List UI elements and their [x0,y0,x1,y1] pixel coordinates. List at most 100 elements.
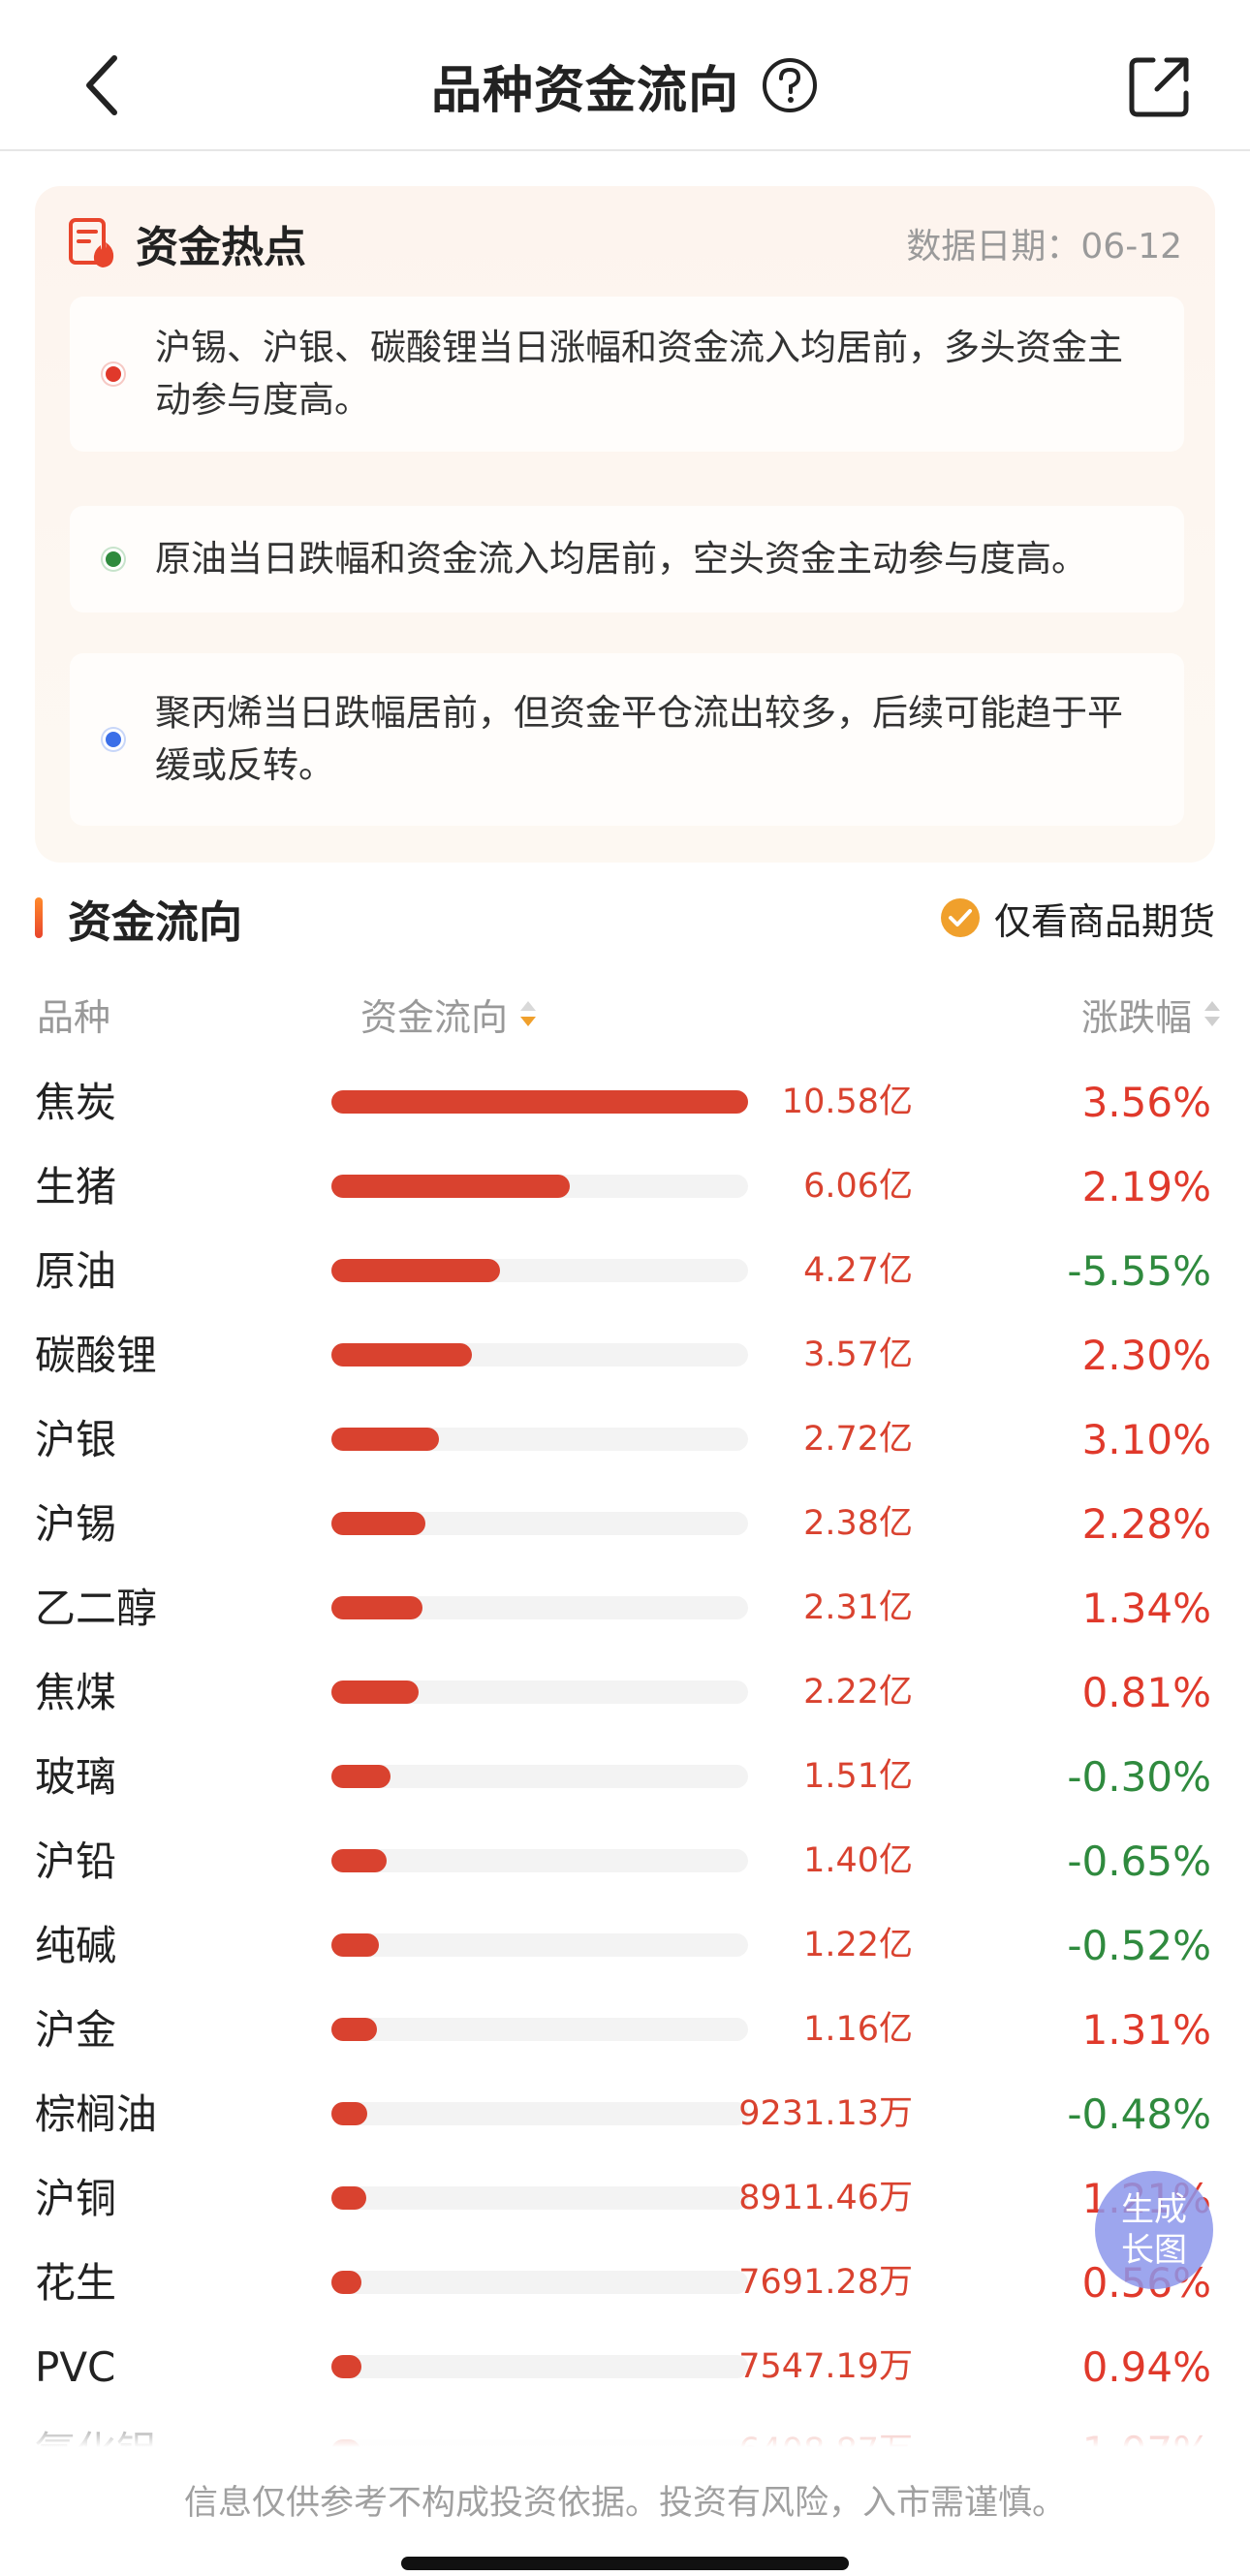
table-row[interactable]: 生猪 6.06亿 2.19% [0,1145,1250,1229]
flow-bar-track [331,1933,748,1957]
flow-bar-track [331,1343,748,1367]
table-row[interactable]: 碳酸锂 3.57亿 2.30% [0,1313,1250,1398]
column-header-change[interactable]: 涨跌幅 [1081,985,1223,1043]
row-name: 生猪 [35,1163,117,1210]
flow-amount: 9231.13万 [738,2094,913,2133]
home-indicator[interactable] [401,2557,849,2570]
row-name: 沪银 [35,1416,117,1463]
flow-bar [331,2355,361,2378]
sort-icon [1204,1001,1220,1026]
flow-bar-track [331,1090,748,1114]
hotspot-card: 资金热点 数据日期：06-12 沪锡、沪银、碳酸锂当日涨幅和资金流入均居前，多头… [35,186,1215,863]
blue-dot-icon [103,729,124,750]
flow-bar [331,1259,500,1282]
flow-bar-track [331,2186,748,2210]
page-title: 品种资金流向 [430,61,739,120]
row-name: 沪锡 [35,1500,117,1548]
flow-bar [331,1849,387,1872]
question-circle-icon[interactable] [761,56,819,114]
table-row[interactable]: 花生7691.28万0.56% [0,2241,1250,2325]
row-name: 沪铜 [35,2175,117,2222]
flow-bar-track [331,2271,748,2294]
row-name: 花生 [35,2259,117,2307]
flow-bar [331,1512,425,1535]
flow-amount: 2.38亿 [803,1504,913,1543]
flow-bar-track [331,1512,748,1535]
table-row[interactable]: 原油 4.27亿 -5.55% [0,1229,1250,1313]
hotspot-item: 聚丙烯当日跌幅居前，但资金平仓流出较多，后续可能趋于平缓或反转。 [70,653,1184,826]
table-row[interactable]: 焦煤 2.22亿 0.81% [0,1650,1250,1735]
change-percent: 3.56% [1081,1079,1211,1126]
flow-bar [331,2186,366,2210]
table-row[interactable]: 沪铜8911.46万1.21% [0,2156,1250,2241]
flow-amount: 2.22亿 [803,1673,913,1712]
flow-amount: 4.27亿 [803,1251,913,1290]
flow-bar [331,2018,377,2041]
flow-bar-track [331,2355,748,2378]
flow-amount: 1.16亿 [803,2010,913,2049]
share-icon [1129,57,1189,117]
flow-bar [331,1428,439,1451]
section-accent-bar [35,897,43,938]
row-name: 碳酸锂 [35,1332,158,1379]
list-fade [0,2394,1250,2450]
change-percent: 2.28% [1081,1500,1211,1548]
flow-bar-track [331,2018,748,2041]
change-percent: 1.34% [1081,1585,1211,1632]
nav-header: 品种资金流向 [0,0,1250,151]
section-title: 资金流向 [68,895,243,948]
flow-bar-track [331,1681,748,1704]
table-row[interactable]: 纯碱 1.22亿 -0.52% [0,1903,1250,1988]
hotspot-title: 资金热点 [136,223,306,272]
flow-bar-track [331,1175,748,1198]
flow-amount: 3.57亿 [803,1335,913,1374]
flow-bar [331,2102,367,2125]
row-name: 焦煤 [35,1669,117,1716]
flow-amount: 10.58亿 [781,1083,913,1121]
share-button[interactable] [1122,50,1196,124]
flow-amount: 1.22亿 [803,1926,913,1964]
red-dot-icon [103,363,124,385]
row-name: 沪金 [35,2006,117,2054]
change-percent: -0.52% [1067,1922,1211,1969]
table-row[interactable]: 沪锡 2.38亿 2.28% [0,1482,1250,1566]
row-name: 纯碱 [35,1922,117,1969]
change-percent: 0.81% [1081,1669,1211,1716]
row-name: 原油 [35,1247,117,1295]
change-percent: -0.65% [1067,1838,1211,1885]
generate-long-image-button[interactable]: 生成 长图 [1095,2171,1213,2289]
flow-amount: 6.06亿 [803,1167,913,1206]
change-percent: -5.55% [1067,1247,1211,1295]
table-row[interactable]: 焦炭 10.58亿 3.56% [0,1060,1250,1145]
hotspot-item: 沪锡、沪银、碳酸锂当日涨幅和资金流入均居前，多头资金主动参与度高。 [70,297,1184,452]
table-row[interactable]: 沪金 1.16亿 1.31% [0,1988,1250,2072]
flow-bar [331,2271,361,2294]
footer: 信息仅供参考不构成投资依据。投资有风险，入市需谨慎。 [0,2450,1250,2576]
data-date: 数据日期：06-12 [906,227,1182,267]
change-percent: -0.48% [1067,2090,1211,2138]
green-dot-icon [103,549,124,570]
filter-label: 仅看商品期货 [993,899,1215,943]
column-header-flow[interactable]: 资金流向 [360,985,539,1043]
flow-bar [331,1596,422,1619]
column-header-name: 品种 [37,995,111,1039]
flow-bar-track [331,1428,748,1451]
flow-amount: 2.72亿 [803,1420,913,1459]
table-row[interactable]: 玻璃 1.51亿 -0.30% [0,1735,1250,1819]
table-row[interactable]: 沪银 2.72亿 3.10% [0,1398,1250,1482]
table-row[interactable]: 乙二醇 2.31亿 1.34% [0,1566,1250,1650]
table-row[interactable]: 沪铅 1.40亿 -0.65% [0,1819,1250,1903]
hot-report-icon [69,218,114,267]
flow-bar [331,1765,391,1788]
disclaimer-text: 信息仅供参考不构成投资依据。投资有风险，入市需谨慎。 [183,2484,1066,2523]
flow-bar-track [331,1849,748,1872]
flow-amount: 1.40亿 [803,1841,913,1880]
table-row[interactable]: 棕榈油 9231.13万 -0.48% [0,2072,1250,2156]
row-name: 焦炭 [35,1079,117,1126]
commodity-futures-filter[interactable]: 仅看商品期货 [940,892,1215,945]
change-percent: -0.30% [1067,1753,1211,1801]
flow-bar [331,1175,570,1198]
row-name: 乙二醇 [35,1585,158,1632]
flow-amount: 1.51亿 [803,1757,913,1796]
change-percent: 3.10% [1081,1416,1211,1463]
